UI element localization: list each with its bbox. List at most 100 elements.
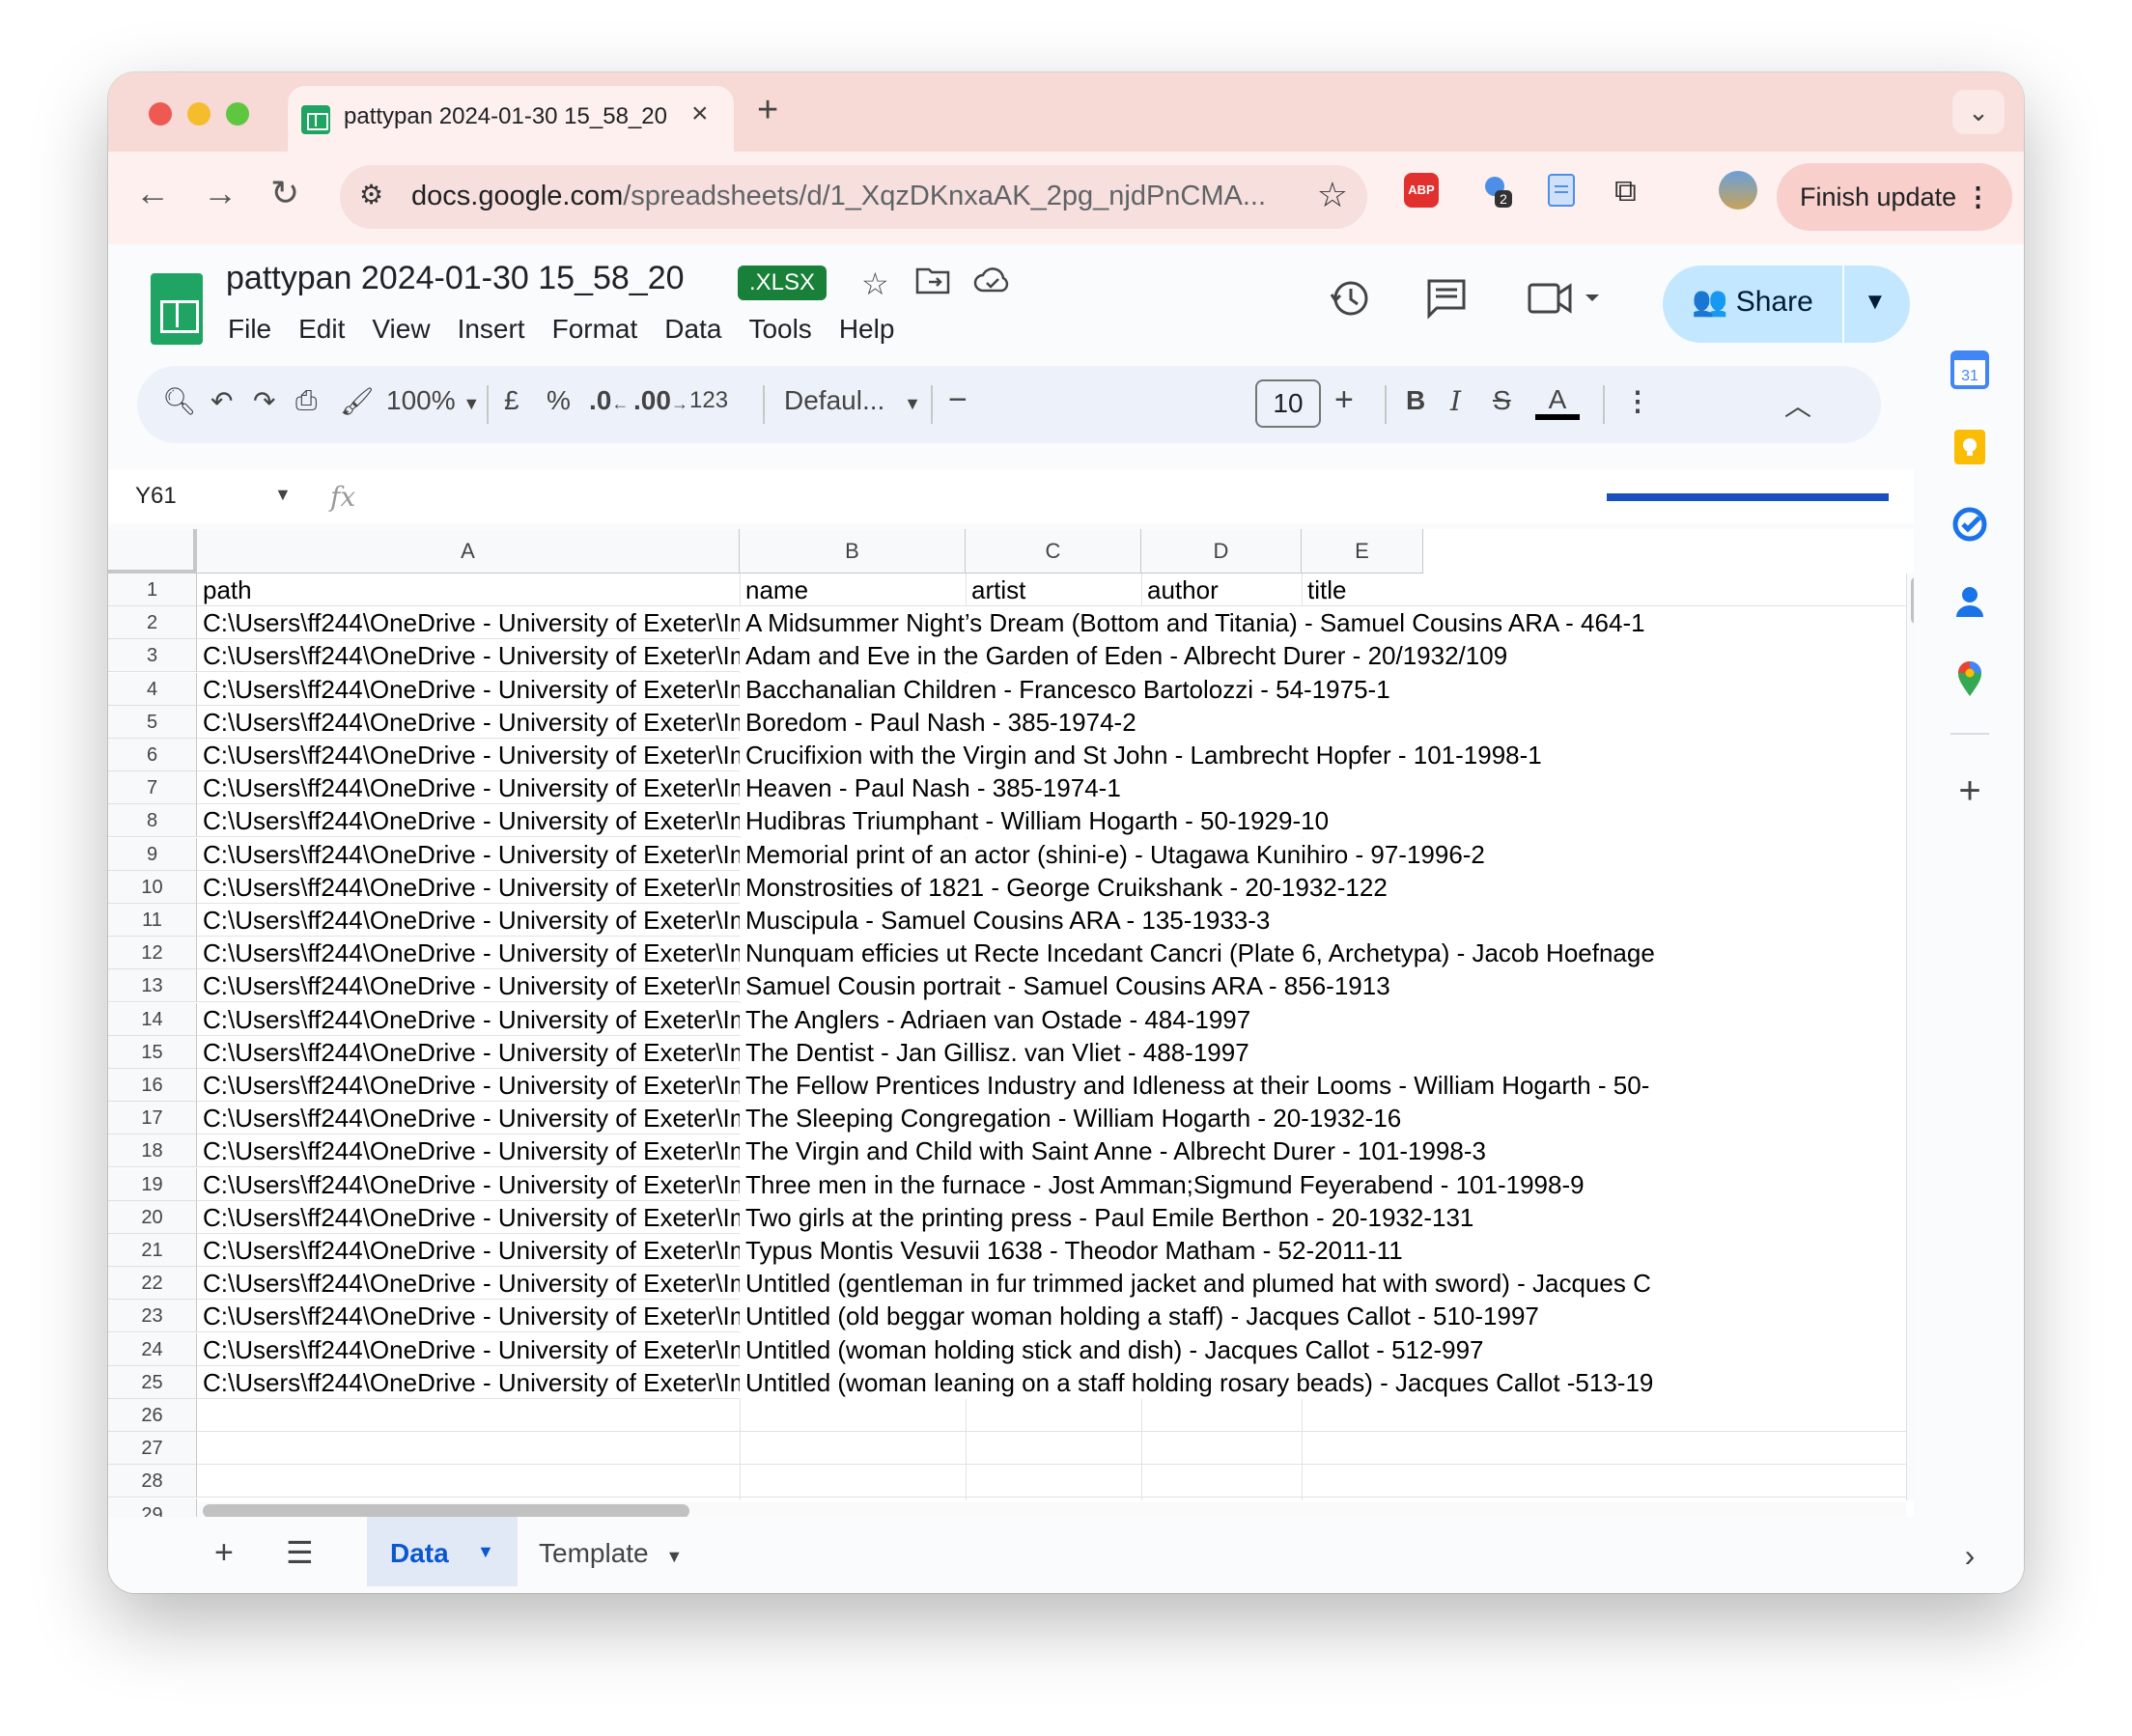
tasks-icon[interactable] xyxy=(1950,505,1989,544)
menu-format[interactable]: Format xyxy=(552,314,638,344)
cell-a[interactable]: C:\Users\ff244\OneDrive - University of … xyxy=(197,1102,740,1134)
maps-icon[interactable] xyxy=(1950,659,1989,698)
font-size-input[interactable]: 10 xyxy=(1255,379,1321,428)
cell-b[interactable]: Bacchanalian Children - Francesco Bartol… xyxy=(740,673,1906,706)
row-header[interactable]: 9 xyxy=(108,838,197,871)
cell-a[interactable] xyxy=(197,1465,740,1498)
bookmark-star-icon[interactable]: ☆ xyxy=(1317,175,1348,215)
extension-icon[interactable]: 2 xyxy=(1479,173,1514,208)
menu-help[interactable]: Help xyxy=(839,314,895,344)
site-settings-icon[interactable]: ⚙ xyxy=(359,179,383,210)
cell-c[interactable]: artist xyxy=(966,574,1141,606)
row-header[interactable]: 12 xyxy=(108,937,197,969)
sheets-logo-icon[interactable] xyxy=(151,273,203,345)
cell-a[interactable] xyxy=(197,1498,740,1517)
cell-b[interactable]: The Dentist - Jan Gillisz. van Vliet - 4… xyxy=(740,1036,1906,1069)
forward-arrow-icon[interactable]: → xyxy=(203,173,238,213)
sheet-tab-data[interactable]: Data ▼ xyxy=(367,1517,518,1586)
cell-a[interactable]: C:\Users\ff244\OneDrive - University of … xyxy=(197,969,740,1002)
currency-format-button[interactable]: £ xyxy=(504,385,519,416)
add-sheet-icon[interactable]: + xyxy=(214,1534,234,1572)
row-header[interactable]: 11 xyxy=(108,904,197,937)
expand-side-panel-icon[interactable]: › xyxy=(1950,1536,1989,1575)
row-header[interactable]: 28 xyxy=(108,1465,197,1498)
menu-tools[interactable]: Tools xyxy=(748,314,811,344)
row-header[interactable]: 19 xyxy=(108,1168,197,1201)
all-sheets-icon[interactable]: ☰ xyxy=(286,1534,314,1571)
browser-menu-icon[interactable]: ⋮ xyxy=(1965,163,1991,231)
cell-a[interactable]: C:\Users\ff244\OneDrive - University of … xyxy=(197,871,740,904)
number-format-button[interactable]: 123 xyxy=(689,387,728,414)
row-header[interactable]: 10 xyxy=(108,871,197,904)
text-color-icon[interactable]: A xyxy=(1535,385,1580,420)
increase-font-size-icon[interactable]: + xyxy=(1334,381,1354,419)
comments-icon[interactable] xyxy=(1425,277,1468,329)
cell-b[interactable]: Two girls at the printing press - Paul E… xyxy=(740,1201,1906,1234)
share-button[interactable]: 👥 Share ▼ xyxy=(1663,266,1910,343)
cell-a[interactable]: C:\Users\ff244\OneDrive - University of … xyxy=(197,1300,740,1332)
row-header[interactable]: 18 xyxy=(108,1134,197,1167)
more-options-icon[interactable]: ⋮ xyxy=(1624,385,1651,417)
cell-a[interactable]: C:\Users\ff244\OneDrive - University of … xyxy=(197,639,740,672)
meet-video-icon[interactable] xyxy=(1528,277,1605,329)
contacts-icon[interactable] xyxy=(1950,582,1989,621)
cell-a[interactable]: C:\Users\ff244\OneDrive - University of … xyxy=(197,1234,740,1267)
menu-edit[interactable]: Edit xyxy=(298,314,345,344)
decrease-decimal-button[interactable]: .0← xyxy=(589,385,629,416)
increase-decimal-button[interactable]: .00→ xyxy=(633,385,688,416)
cell-a[interactable]: C:\Users\ff244\OneDrive - University of … xyxy=(197,1366,740,1399)
cell-b[interactable]: The Fellow Prentices Industry and Idlene… xyxy=(740,1069,1906,1102)
sheet-tab-template[interactable]: Template ▼ xyxy=(539,1538,683,1569)
cell-b[interactable]: Untitled (gentleman in fur trimmed jacke… xyxy=(740,1267,1906,1300)
print-icon[interactable]: ⎙ xyxy=(295,385,317,417)
move-folder-icon[interactable] xyxy=(915,266,950,302)
zoom-window-button[interactable] xyxy=(226,102,249,126)
cell-a[interactable]: C:\Users\ff244\OneDrive - University of … xyxy=(197,838,740,871)
row-header[interactable]: 6 xyxy=(108,739,197,771)
cell-a[interactable]: C:\Users\ff244\OneDrive - University of … xyxy=(197,1069,740,1102)
cell-a[interactable]: C:\Users\ff244\OneDrive - University of … xyxy=(197,804,740,837)
cell-a[interactable] xyxy=(197,1399,740,1432)
select-all-corner[interactable] xyxy=(108,529,197,574)
row-header[interactable]: 26 xyxy=(108,1399,197,1432)
cell-b[interactable]: The Virgin and Child with Saint Anne - A… xyxy=(740,1134,1906,1167)
sheet-tab-caret-icon[interactable]: ▼ xyxy=(477,1542,494,1562)
strikethrough-icon[interactable]: S xyxy=(1493,385,1511,416)
collapse-toolbar-icon[interactable]: ︿ xyxy=(1784,385,1811,424)
row-header[interactable]: 14 xyxy=(108,1003,197,1036)
menu-file[interactable]: File xyxy=(228,314,271,344)
menu-insert[interactable]: Insert xyxy=(458,314,525,344)
row-header[interactable]: 23 xyxy=(108,1300,197,1332)
cell-b[interactable] xyxy=(740,1498,1906,1517)
cell-b[interactable] xyxy=(740,1465,1906,1498)
address-bar[interactable]: ⚙ docs.google.com/spreadsheets/d/1_XqzDK… xyxy=(340,165,1367,229)
cell-b[interactable]: Untitled (woman holding stick and dish) … xyxy=(740,1333,1906,1366)
add-addon-icon[interactable]: + xyxy=(1950,771,1989,810)
cell-b[interactable]: Monstrosities of 1821 - George Cruikshan… xyxy=(740,871,1906,904)
star-icon[interactable]: ☆ xyxy=(861,266,889,302)
cell-e[interactable]: title xyxy=(1302,574,1423,606)
cell-b[interactable]: A Midsummer Night’s Dream (Bottom and Ti… xyxy=(740,606,1906,639)
cell-a[interactable] xyxy=(197,1432,740,1465)
cell-b[interactable]: Muscipula - Samuel Cousins ARA - 135-193… xyxy=(740,904,1906,937)
row-header[interactable]: 4 xyxy=(108,673,197,706)
cell-b[interactable]: Typus Montis Vesuvii 1638 - Theodor Math… xyxy=(740,1234,1906,1267)
cell-b[interactable]: The Sleeping Congregation - William Hoga… xyxy=(740,1102,1906,1134)
cell-b[interactable]: Memorial print of an actor (shini-e) - U… xyxy=(740,838,1906,871)
row-header[interactable]: 25 xyxy=(108,1366,197,1399)
font-family-select[interactable]: Defaul... ▼ xyxy=(784,385,921,416)
cell-b[interactable]: name xyxy=(740,574,966,606)
cell-a[interactable]: C:\Users\ff244\OneDrive - University of … xyxy=(197,1333,740,1366)
row-header[interactable]: 5 xyxy=(108,706,197,739)
cloud-saved-icon[interactable] xyxy=(973,266,1012,302)
name-box-caret-icon[interactable]: ▼ xyxy=(274,485,292,505)
cell-a[interactable]: path xyxy=(197,574,740,606)
cell-d[interactable]: author xyxy=(1141,574,1302,606)
row-header[interactable]: 24 xyxy=(108,1333,197,1366)
percent-format-button[interactable]: % xyxy=(547,385,571,416)
cell-a[interactable]: C:\Users\ff244\OneDrive - University of … xyxy=(197,673,740,706)
cell-a[interactable]: C:\Users\ff244\OneDrive - University of … xyxy=(197,606,740,639)
adblock-extension-icon[interactable]: ABP xyxy=(1404,173,1439,208)
url-text[interactable]: docs.google.com/spreadsheets/d/1_XqzDKnx… xyxy=(411,181,1280,212)
italic-icon[interactable]: I xyxy=(1450,385,1461,417)
